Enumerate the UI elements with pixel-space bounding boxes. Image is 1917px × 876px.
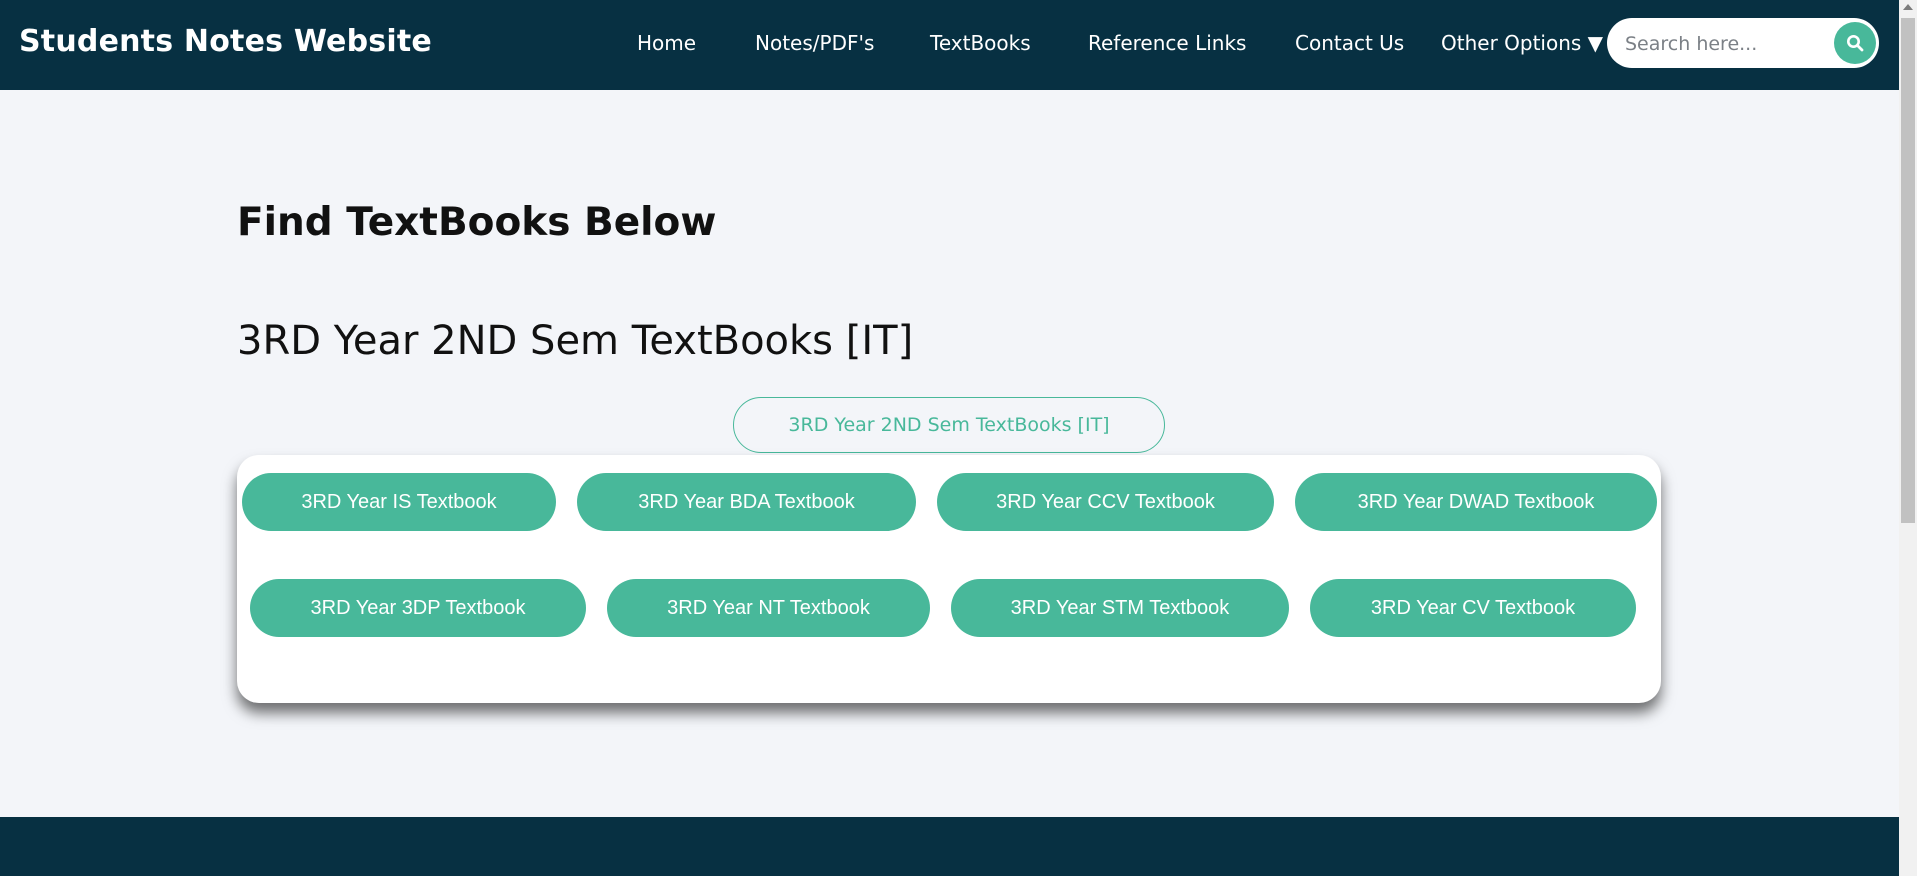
textbook-button-nt[interactable]: 3RD Year NT Textbook (607, 579, 930, 637)
search-box (1607, 18, 1879, 68)
textbook-button-bda[interactable]: 3RD Year BDA Textbook (577, 473, 916, 531)
navbar: Students Notes Website Home Notes/PDF's … (0, 0, 1899, 90)
nav-other-options-dropdown[interactable]: Other Options ▼ (1441, 31, 1603, 55)
textbook-button-ccv[interactable]: 3RD Year CCV Textbook (937, 473, 1274, 531)
search-button[interactable] (1834, 22, 1876, 64)
textbook-button-cv[interactable]: 3RD Year CV Textbook (1310, 579, 1636, 637)
nav-reference-links[interactable]: Reference Links (1088, 31, 1246, 55)
textbook-button-dwad[interactable]: 3RD Year DWAD Textbook (1295, 473, 1657, 531)
site-brand[interactable]: Students Notes Website (19, 24, 432, 59)
scroll-up-arrow-icon[interactable] (1903, 4, 1913, 10)
textbook-button-is[interactable]: 3RD Year IS Textbook (242, 473, 556, 531)
vertical-scrollbar[interactable] (1899, 0, 1917, 876)
nav-textbooks[interactable]: TextBooks (930, 31, 1031, 55)
search-input[interactable] (1623, 27, 1827, 61)
section-title: 3RD Year 2ND Sem TextBooks [IT] (237, 318, 914, 364)
nav-home[interactable]: Home (637, 31, 696, 55)
footer (0, 817, 1899, 876)
nav-contact-us[interactable]: Contact Us (1295, 31, 1404, 55)
nav-notes-pdfs[interactable]: Notes/PDF's (755, 31, 874, 55)
textbook-button-3dp[interactable]: 3RD Year 3DP Textbook (250, 579, 586, 637)
tab-3rd-year-2nd-sem-it[interactable]: 3RD Year 2ND Sem TextBooks [IT] (733, 397, 1165, 453)
scroll-thumb[interactable] (1901, 18, 1915, 523)
textbook-button-stm[interactable]: 3RD Year STM Textbook (951, 579, 1289, 637)
page-title: Find TextBooks Below (237, 200, 717, 245)
textbooks-card: 3RD Year IS Textbook 3RD Year BDA Textbo… (237, 455, 1661, 703)
search-icon (1847, 35, 1864, 52)
